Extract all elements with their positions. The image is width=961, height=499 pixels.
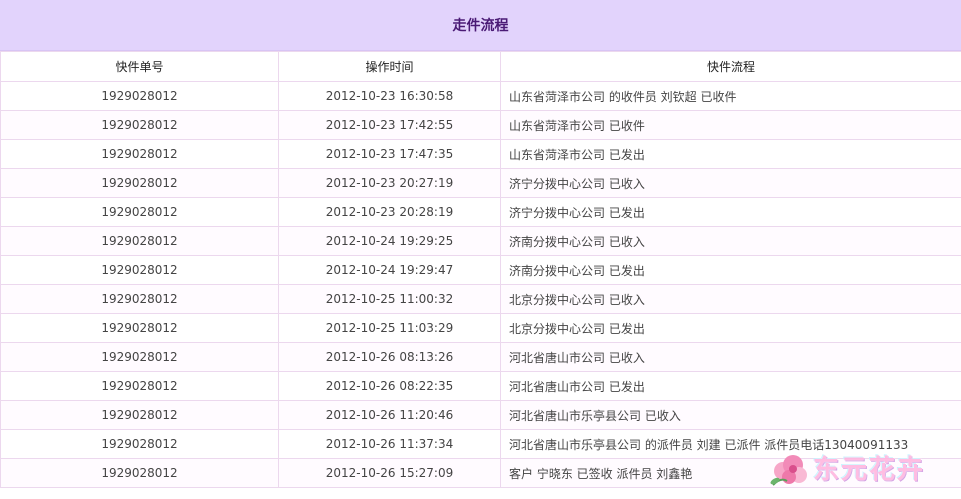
- cell-tracking-no: 1929028012: [0, 429, 279, 459]
- cell-flow: 北京分拨中心公司 已收入: [500, 284, 961, 314]
- table-row: 1929028012 2012-10-23 17:42:55 山东省菏泽市公司 已收…: [0, 110, 961, 140]
- cell-tracking-no: 1929028012: [0, 284, 279, 314]
- table-row: 1929028012 2012-10-26 15:27:09 客户 宁晓东 已签收 …: [0, 458, 961, 488]
- cell-flow: 河北省唐山市乐亭县公司 的派件员 刘建 已派件 派件员电话13040091133: [500, 429, 961, 459]
- table-row: 1929028012 2012-10-23 16:30:58 山东省菏泽市公司 的收…: [0, 81, 961, 111]
- cell-flow: 济宁分拨中心公司 已发出: [500, 197, 961, 227]
- cell-operation-time: 2012-10-23 17:47:35: [278, 139, 501, 169]
- cell-flow: 山东省菏泽市公司 已发出: [500, 139, 961, 169]
- cell-tracking-no: 1929028012: [0, 400, 279, 430]
- column-header-flow: 快件流程: [500, 51, 961, 82]
- cell-tracking-no: 1929028012: [0, 81, 279, 111]
- cell-tracking-no: 1929028012: [0, 226, 279, 256]
- cell-tracking-no: 1929028012: [0, 110, 279, 140]
- cell-operation-time: 2012-10-24 19:29:25: [278, 226, 501, 256]
- cell-flow: 河北省唐山市公司 已收入: [500, 342, 961, 372]
- table-row: 1929028012 2012-10-23 17:47:35 山东省菏泽市公司 已发…: [0, 139, 961, 169]
- column-header-tracking-no: 快件单号: [0, 51, 279, 82]
- cell-flow: 济南分拨中心公司 已发出: [500, 255, 961, 285]
- cell-flow: 河北省唐山市乐亭县公司 已收入: [500, 400, 961, 430]
- cell-operation-time: 2012-10-26 11:37:34: [278, 429, 501, 459]
- cell-operation-time: 2012-10-23 20:27:19: [278, 168, 501, 198]
- cell-tracking-no: 1929028012: [0, 139, 279, 169]
- cell-tracking-no: 1929028012: [0, 313, 279, 343]
- cell-tracking-no: 1929028012: [0, 371, 279, 401]
- cell-operation-time: 2012-10-23 17:42:55: [278, 110, 501, 140]
- cell-operation-time: 2012-10-26 08:13:26: [278, 342, 501, 372]
- cell-tracking-no: 1929028012: [0, 342, 279, 372]
- cell-operation-time: 2012-10-26 08:22:35: [278, 371, 501, 401]
- table-row: 1929028012 2012-10-26 11:37:34 河北省唐山市乐亭县公司…: [0, 429, 961, 459]
- cell-tracking-no: 1929028012: [0, 458, 279, 488]
- cell-flow: 山东省菏泽市公司 的收件员 刘钦超 已收件: [500, 81, 961, 111]
- cell-tracking-no: 1929028012: [0, 197, 279, 227]
- table-row: 1929028012 2012-10-26 08:13:26 河北省唐山市公司 已收…: [0, 342, 961, 372]
- cell-flow: 河北省唐山市公司 已发出: [500, 371, 961, 401]
- table-row: 1929028012 2012-10-26 08:22:35 河北省唐山市公司 已发…: [0, 371, 961, 401]
- panel-title: 走件流程: [452, 18, 509, 34]
- cell-operation-time: 2012-10-23 16:30:58: [278, 81, 501, 111]
- tracking-table: 快件单号 操作时间 快件流程 1929028012 2012-10-23 16:3…: [0, 51, 961, 488]
- cell-operation-time: 2012-10-26 15:27:09: [278, 458, 501, 488]
- panel-title-bar: 走件流程: [0, 0, 961, 51]
- cell-flow: 客户 宁晓东 已签收 派件员 刘鑫艳: [500, 458, 961, 488]
- cell-tracking-no: 1929028012: [0, 168, 279, 198]
- cell-operation-time: 2012-10-23 20:28:19: [278, 197, 501, 227]
- cell-operation-time: 2012-10-26 11:20:46: [278, 400, 501, 430]
- cell-flow: 济宁分拨中心公司 已收入: [500, 168, 961, 198]
- cell-operation-time: 2012-10-24 19:29:47: [278, 255, 501, 285]
- table-row: 1929028012 2012-10-24 19:29:25 济南分拨中心公司 已收…: [0, 226, 961, 256]
- cell-tracking-no: 1929028012: [0, 255, 279, 285]
- cell-flow: 北京分拨中心公司 已发出: [500, 313, 961, 343]
- table-row: 1929028012 2012-10-24 19:29:47 济南分拨中心公司 已发…: [0, 255, 961, 285]
- table-header-row: 快件单号 操作时间 快件流程: [0, 51, 961, 82]
- table-row: 1929028012 2012-10-26 11:20:46 河北省唐山市乐亭县公司…: [0, 400, 961, 430]
- column-header-operation-time: 操作时间: [278, 51, 501, 82]
- table-row: 1929028012 2012-10-23 20:27:19 济宁分拨中心公司 已收…: [0, 168, 961, 198]
- cell-operation-time: 2012-10-25 11:03:29: [278, 313, 501, 343]
- cell-flow: 山东省菏泽市公司 已收件: [500, 110, 961, 140]
- table-row: 1929028012 2012-10-25 11:00:32 北京分拨中心公司 已收…: [0, 284, 961, 314]
- tracking-panel: 走件流程 快件单号 操作时间 快件流程 1929028012 2012-10-23…: [0, 0, 961, 499]
- table-row: 1929028012 2012-10-23 20:28:19 济宁分拨中心公司 已发…: [0, 197, 961, 227]
- cell-flow: 济南分拨中心公司 已收入: [500, 226, 961, 256]
- table-row: 1929028012 2012-10-25 11:03:29 北京分拨中心公司 已发…: [0, 313, 961, 343]
- cell-operation-time: 2012-10-25 11:00:32: [278, 284, 501, 314]
